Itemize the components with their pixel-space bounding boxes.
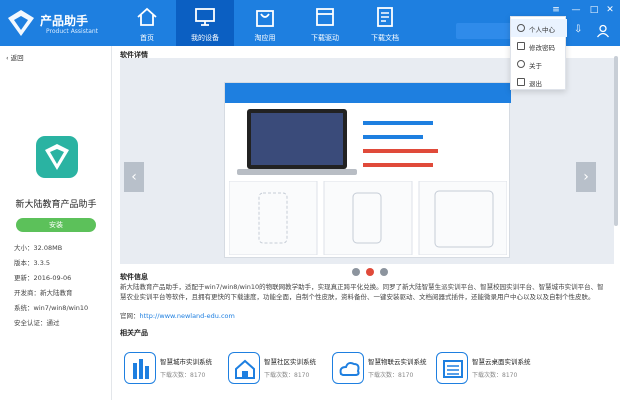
meta-system: 系统：win7/win8/win10 xyxy=(14,304,89,312)
monitor-icon xyxy=(195,8,215,26)
brand-subtitle: Product Assistant xyxy=(46,28,99,35)
device-cards xyxy=(229,181,507,255)
related-product-downloads: 下载次数：8170 xyxy=(368,372,414,379)
related-product-name: 智慧物联云实训系统 xyxy=(368,358,427,366)
user-icon[interactable] xyxy=(596,24,610,38)
meta-developer: 开发商：新大陆教育 xyxy=(14,289,73,297)
info-title: 软件信息 xyxy=(120,273,148,281)
meta-updated: 更新：2016-09-06 xyxy=(14,274,72,282)
app-name: 新大陆教育产品助手 xyxy=(15,200,97,210)
meta-security: 安全认证：通过 xyxy=(14,319,60,327)
carousel-dot[interactable] xyxy=(352,268,360,276)
tab-home[interactable]: 首页 xyxy=(118,0,176,46)
related-product-downloads: 下载次数：8170 xyxy=(264,372,310,379)
related-product-name: 智慧城市实训系统 xyxy=(160,358,212,366)
app-icon xyxy=(36,136,78,178)
menu-item-logout[interactable]: 退出 xyxy=(511,73,567,91)
tab-app-store-label: 淘应用 xyxy=(254,34,276,42)
shopping-bag-icon xyxy=(256,10,274,27)
menu-item-label: 关于 xyxy=(529,62,542,70)
carousel-next-button[interactable]: › xyxy=(576,162,596,192)
tab-home-label: 首页 xyxy=(140,34,154,42)
user-dropdown-menu: 个人中心 修改密码 关于 退出 xyxy=(510,16,567,91)
tab-app-store[interactable]: 淘应用 xyxy=(236,0,294,46)
menu-item-label: 退出 xyxy=(529,80,542,88)
carousel-prev-button[interactable]: ‹ xyxy=(124,162,144,192)
meta-size: 大小：32.08MB xyxy=(14,244,63,252)
screenshot-header xyxy=(225,83,511,103)
minimize-icon[interactable]: — xyxy=(570,4,582,16)
related-product-name: 智慧云桌面实训系统 xyxy=(472,358,531,366)
laptop-image xyxy=(237,109,357,175)
install-button[interactable]: 安装 xyxy=(16,218,96,232)
menu-item-about[interactable]: 关于 xyxy=(511,55,567,73)
tab-download-drivers[interactable]: 下载驱动 xyxy=(296,0,354,46)
main-content: 软件详情 ‹ › 软件信息 新大陆教育产品助手，适配于win7/win8/win… xyxy=(112,46,620,400)
chevron-left-icon: ‹ xyxy=(131,169,137,185)
related-product-name: 智慧社区实训系统 xyxy=(264,358,316,366)
back-button[interactable]: ‹ 返回 xyxy=(6,52,24,62)
related-product-card[interactable]: 智慧社区实训系统 下载次数：8170 xyxy=(220,348,338,392)
city-building-icon xyxy=(124,352,156,384)
app-info-panel: ‹ 返回 新大陆教育产品助手 安装 大小：32.08MB 版本：3.3.5 更新… xyxy=(0,46,112,400)
smile-icon xyxy=(517,24,525,32)
website-label: 官网： xyxy=(120,312,140,320)
app-logo-icon xyxy=(8,10,34,36)
download-icon[interactable]: ⇩ xyxy=(574,24,582,35)
related-product-card[interactable]: 智慧物联云实训系统 下载次数：8170 xyxy=(324,348,442,392)
related-product-downloads: 下载次数：8170 xyxy=(472,372,518,379)
brand-name: 产品助手 xyxy=(40,14,89,28)
tab-my-devices-label: 我的设备 xyxy=(191,34,219,42)
app-icon-graphic xyxy=(45,144,69,170)
document-icon xyxy=(377,7,393,27)
tab-download-drivers-label: 下载驱动 xyxy=(311,34,339,42)
community-home-icon xyxy=(228,352,260,384)
menu-item-label: 修改密码 xyxy=(529,44,555,52)
home-icon xyxy=(137,7,157,26)
menu-icon[interactable]: ≡ xyxy=(550,4,562,16)
menu-item-label: 个人中心 xyxy=(529,26,555,34)
maximize-icon[interactable]: □ xyxy=(588,4,600,16)
website-line: 官网：http://www.newland-edu.com xyxy=(120,310,235,320)
related-product-card[interactable]: 智慧城市实训系统 下载次数：8170 xyxy=(116,348,234,392)
tab-my-devices[interactable]: 我的设备 xyxy=(176,0,234,46)
website-link[interactable]: http://www.newland-edu.com xyxy=(140,312,235,320)
scrollbar[interactable] xyxy=(614,56,618,226)
tab-download-docs[interactable]: 下载文档 xyxy=(356,0,414,46)
carousel-screenshot xyxy=(224,82,511,258)
window-icon xyxy=(316,8,334,26)
close-icon[interactable]: ✕ xyxy=(604,4,616,16)
info-icon xyxy=(517,60,525,68)
cloud-icon xyxy=(332,352,364,384)
back-label: 返回 xyxy=(10,54,24,62)
carousel-dot[interactable] xyxy=(380,268,388,276)
carousel-dot-active[interactable] xyxy=(366,268,374,276)
app-description: 新大陆教育产品助手，适配于win7/win8/win10的物联网教学助手，实现真… xyxy=(120,283,604,301)
progress-bars xyxy=(363,121,438,167)
lock-icon xyxy=(517,42,525,50)
menu-item-personal-center[interactable]: 个人中心 xyxy=(511,19,567,37)
logout-icon xyxy=(517,78,525,86)
related-title: 相关产品 xyxy=(120,329,148,337)
menu-item-change-password[interactable]: 修改密码 xyxy=(511,37,567,55)
related-product-downloads: 下载次数：8170 xyxy=(160,372,206,379)
chevron-right-icon: › xyxy=(583,169,589,185)
related-product-card[interactable]: 智慧云桌面实训系统 下载次数：8170 xyxy=(428,348,546,392)
tab-download-docs-label: 下载文档 xyxy=(371,34,399,42)
desktop-building-icon xyxy=(436,352,468,384)
meta-version: 版本：3.3.5 xyxy=(14,259,51,267)
